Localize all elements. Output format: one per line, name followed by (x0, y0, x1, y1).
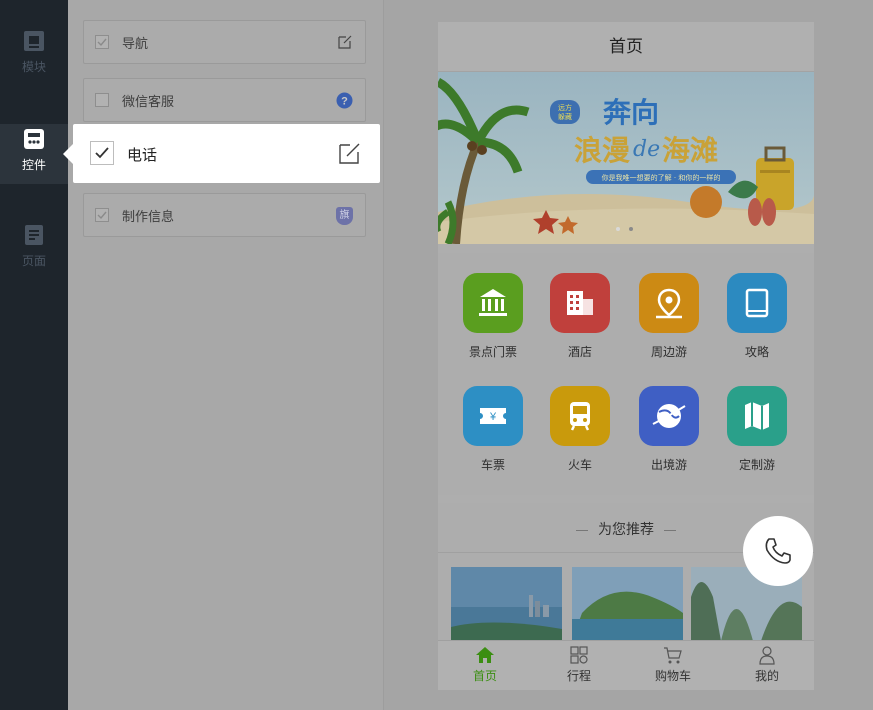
svg-text:躲藏: 躲藏 (558, 112, 572, 121)
edit-icon[interactable] (337, 34, 353, 50)
grid-label: 酒店 (567, 345, 592, 359)
grid-icon (570, 646, 588, 664)
phone-icon (765, 538, 791, 564)
beach-banner-image: 远方 躲藏 奔向 浪漫 de 海滩 你是我唯一想要的了解 · 和你的一样的 (438, 72, 814, 244)
widget-label: 电话 (127, 146, 158, 164)
checkbox[interactable] (90, 141, 114, 165)
widget-label: 制作信息 (122, 210, 175, 225)
bottom-tabbar: 首页 行程 购物车 我的 (438, 640, 814, 690)
grid-item-guide[interactable]: 攻略 (717, 273, 797, 360)
grid-item-bus-ticket[interactable]: ¥ 车票 (453, 386, 533, 473)
grid-label: 车票 (480, 458, 505, 472)
tab-label: 行程 (566, 669, 591, 683)
help-icon[interactable]: ? (336, 92, 353, 109)
widget-card-nav[interactable]: 导航 (83, 20, 366, 64)
recommend-image-island[interactable] (572, 567, 683, 641)
grid-item-nearby-trip[interactable]: 周边游 (629, 273, 709, 360)
map-pin-icon (639, 273, 699, 333)
tab-label: 我的 (754, 669, 779, 683)
flag-badge-icon: 旗 (336, 207, 353, 225)
recommend-image-city-coast[interactable] (451, 567, 562, 641)
widget-card-phone-highlighted[interactable]: 电话 (63, 124, 380, 183)
svg-text:奔向: 奔向 (603, 96, 659, 129)
nav-label: 模块 (21, 60, 46, 74)
widget-panel: 导航 微信客服 ? 制作信息 旗 (68, 0, 383, 710)
widget-label: 微信客服 (122, 95, 175, 110)
page-icon (25, 225, 43, 245)
tab-mine[interactable]: 我的 (720, 645, 814, 684)
ticket-icon: ¥ (463, 386, 523, 446)
widget-label: 导航 (122, 37, 149, 52)
book-icon (727, 273, 787, 333)
cart-icon (664, 647, 682, 664)
grid-label: 攻略 (744, 345, 769, 359)
edit-icon[interactable] (338, 142, 361, 165)
checkbox[interactable] (95, 35, 109, 49)
svg-text:你是我唯一想要的了解 · 和你的一样的: 你是我唯一想要的了解 · 和你的一样的 (602, 173, 721, 182)
user-icon (759, 646, 775, 665)
grid-item-scenic-tickets[interactable]: 景点门票 (453, 273, 533, 360)
nav-item-page[interactable]: 页面 (0, 224, 68, 269)
map-fold-icon (727, 386, 787, 446)
banner[interactable]: 远方 躲藏 奔向 浪漫 de 海滩 你是我唯一想要的了解 · 和你的一样的 (438, 72, 814, 244)
widget-card-wechat-service[interactable]: 微信客服 ? (83, 78, 366, 122)
svg-text:海滩: 海滩 (662, 134, 718, 167)
svg-text:远方: 远方 (558, 103, 572, 112)
tab-label: 首页 (472, 669, 497, 683)
checkbox[interactable] (95, 93, 109, 107)
widget-icon (24, 129, 44, 149)
module-icon (24, 31, 44, 51)
grid-label: 定制游 (738, 458, 775, 472)
tab-cart[interactable]: 购物车 (626, 645, 720, 684)
grid-label: 火车 (567, 458, 592, 472)
bank-icon (463, 273, 523, 333)
grid-label: 周边游 (650, 345, 687, 359)
left-nav: 模块 控件 页面 (0, 0, 68, 710)
train-icon (550, 386, 610, 446)
category-grid: 景点门票 酒店 周边游 攻略 ¥ 车票 火车 出境游 定制游 (438, 253, 814, 495)
nav-item-widget[interactable]: 控件 (0, 124, 68, 184)
grid-item-train[interactable]: 火车 (540, 386, 620, 473)
tab-home[interactable]: 首页 (438, 645, 532, 684)
hotel-icon (550, 273, 610, 333)
svg-text:¥: ¥ (489, 411, 497, 423)
svg-text:de: de (633, 137, 660, 162)
globe-plane-icon (639, 386, 699, 446)
page-title: 首页 (438, 22, 814, 72)
grid-label: 出境游 (650, 458, 687, 472)
nav-label: 页面 (21, 254, 46, 268)
call-button[interactable] (743, 516, 813, 586)
svg-text:?: ? (341, 96, 348, 108)
tab-itinerary[interactable]: 行程 (532, 645, 626, 684)
tab-label: 购物车 (654, 669, 691, 683)
grid-item-outbound[interactable]: 出境游 (629, 386, 709, 473)
home-icon (476, 647, 494, 663)
widget-card-credits[interactable]: 制作信息 旗 (83, 193, 366, 237)
svg-text:浪漫: 浪漫 (574, 134, 630, 167)
nav-item-module[interactable]: 模块 (0, 30, 68, 75)
checkbox[interactable] (95, 208, 109, 222)
grid-item-hotel[interactable]: 酒店 (540, 273, 620, 360)
phone-preview: 首页 远方 躲藏 奔向 浪漫 de 海滩 你是我唯一想要的了解 · 和你的一样的… (438, 22, 814, 690)
grid-item-custom-tour[interactable]: 定制游 (717, 386, 797, 473)
grid-label: 景点门票 (468, 345, 517, 359)
nav-label: 控件 (21, 158, 46, 172)
